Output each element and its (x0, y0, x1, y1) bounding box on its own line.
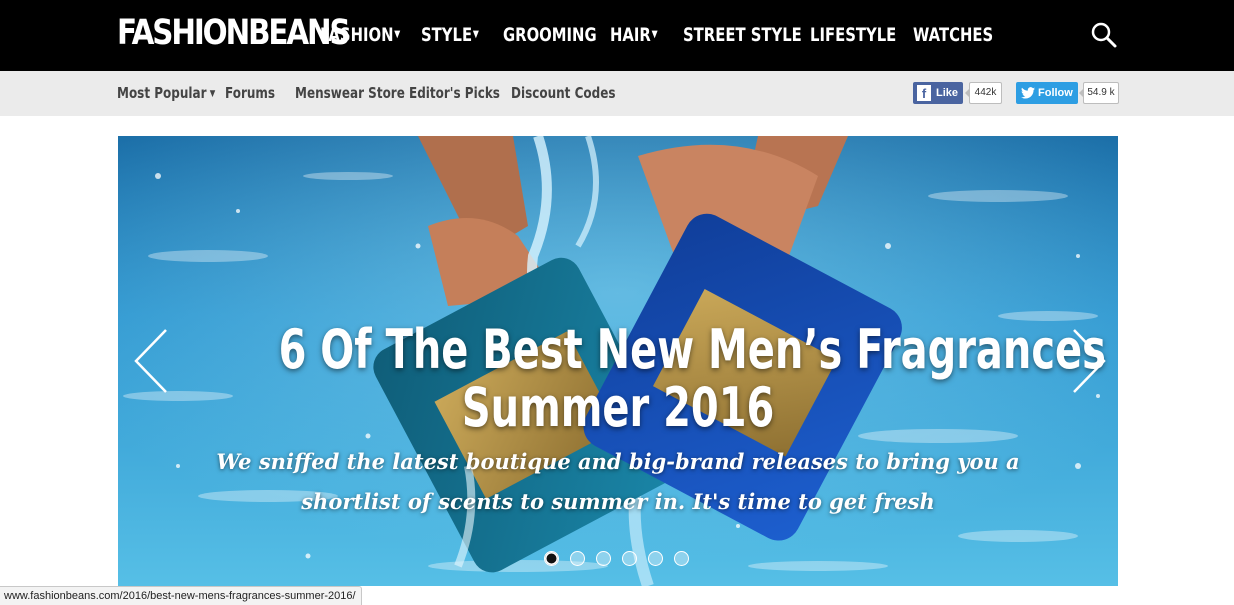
hero-title-line-2: Summer 2016 (461, 376, 775, 439)
nav-item-hair[interactable]: HAIR▼ (610, 22, 658, 48)
subnav-label: Editor's Picks (409, 84, 500, 102)
nav-item-label: STREET STYLE (683, 24, 802, 46)
chevron-left-icon (134, 329, 167, 393)
slider-next-button[interactable] (1066, 326, 1110, 396)
nav-item-lifestyle[interactable]: LIFESTYLE (810, 22, 896, 48)
subnav-editors-picks[interactable]: Editor's Picks (409, 84, 500, 102)
twitter-bird-icon (1021, 87, 1035, 99)
nav-item-label: GROOMING (503, 24, 597, 46)
status-bar-url: www.fashionbeans.com/2016/best-new-mens-… (0, 586, 362, 605)
subnav-label: Most Popular (117, 84, 207, 102)
facebook-like-count: 442k (965, 82, 1002, 104)
top-nav-bar: FASHIONBEANS FASHION▼ STYLE▼ GROOMING HA… (0, 0, 1234, 71)
caret-down-icon: ▼ (472, 29, 479, 40)
slider-dot-5[interactable] (648, 551, 663, 566)
search-icon (1091, 22, 1117, 48)
facebook-like-label: Like (936, 87, 959, 99)
twitter-follow-label: Follow (1038, 87, 1073, 99)
chevron-right-icon (1073, 329, 1106, 393)
slider-pagination (544, 551, 704, 569)
nav-item-grooming[interactable]: GROOMING (503, 22, 597, 48)
slider-dot-3[interactable] (596, 551, 611, 566)
facebook-like-button[interactable]: f Like (913, 82, 963, 104)
subnav-label: Forums (225, 84, 276, 102)
subnav-discount-codes[interactable]: Discount Codes (511, 84, 616, 102)
twitter-follower-count: 54.9 k (1079, 82, 1119, 104)
hero-subtitle: We sniffed the latest boutique and big-b… (216, 449, 1020, 514)
subnav-forums[interactable]: Forums (225, 84, 275, 102)
subnav-most-popular[interactable]: Most Popular ▼ (117, 84, 215, 103)
hero-title-line-1: 6 Of The Best New Men’s Fragrances For (278, 318, 1118, 381)
twitter-follow-button[interactable]: Follow (1016, 82, 1078, 104)
slider-dot-1[interactable] (544, 551, 559, 566)
caret-down-icon: ▼ (209, 89, 216, 99)
facebook-icon: f (917, 85, 931, 101)
subnav-label: Discount Codes (511, 84, 616, 102)
subnav-menswear-store[interactable]: Menswear Store (295, 84, 405, 102)
nav-item-watches[interactable]: WATCHES (913, 22, 993, 48)
nav-item-street-style[interactable]: STREET STYLE (683, 22, 802, 48)
subnav-label: Menswear Store (295, 84, 405, 102)
hero-title[interactable]: 6 Of The Best New Men’s Fragrances For S… (118, 321, 1118, 437)
nav-item-label: WATCHES (913, 24, 994, 46)
main-nav: FASHION▼ STYLE▼ GROOMING HAIR▼ STREET ST… (0, 0, 1234, 71)
hero-slider: 6 Of The Best New Men’s Fragrances For S… (118, 136, 1118, 586)
nav-item-label: LIFESTYLE (810, 24, 897, 46)
search-button[interactable] (1090, 21, 1118, 49)
nav-item-style[interactable]: STYLE▼ (421, 22, 479, 48)
slider-prev-button[interactable] (130, 326, 174, 396)
caret-down-icon: ▼ (394, 29, 401, 40)
slider-dot-6[interactable] (674, 551, 689, 566)
caret-down-icon: ▼ (651, 29, 658, 40)
nav-item-label: FASHION (320, 24, 394, 46)
nav-item-fashion[interactable]: FASHION▼ (320, 22, 400, 48)
slider-dot-4[interactable] (622, 551, 637, 566)
nav-item-label: HAIR (610, 24, 651, 46)
slider-dot-2[interactable] (570, 551, 585, 566)
nav-item-label: STYLE (421, 24, 473, 46)
